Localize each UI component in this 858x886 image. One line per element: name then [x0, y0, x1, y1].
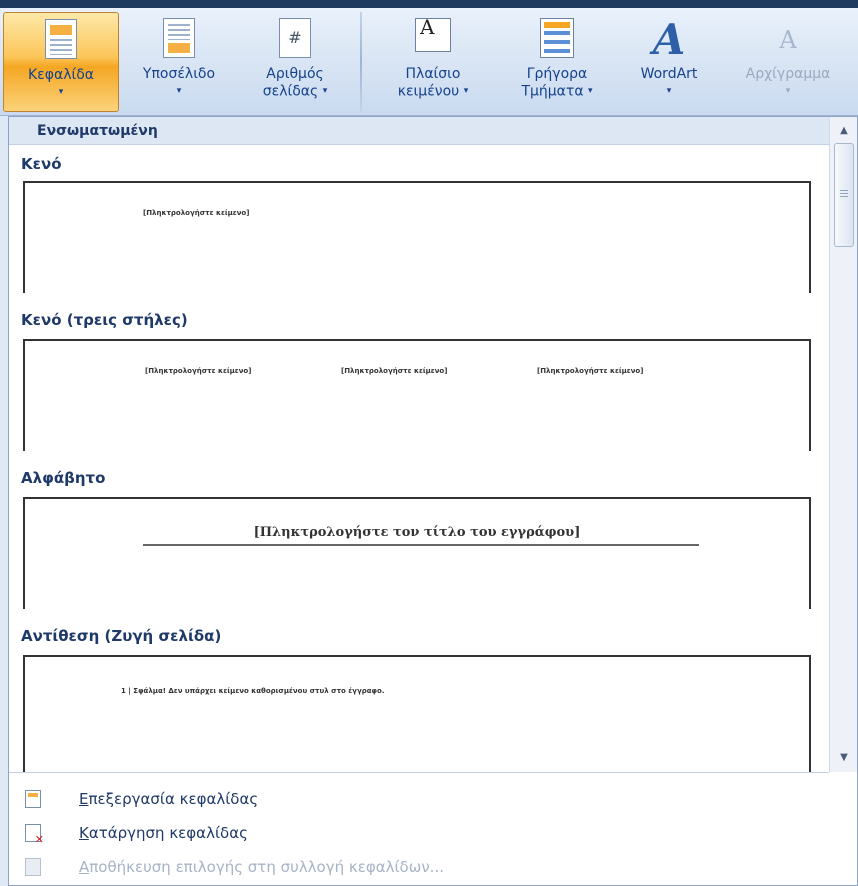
- gallery-item-title: Κενό: [21, 155, 62, 173]
- textbox-icon: A: [413, 17, 453, 62]
- dropcap-label: Αρχίγραμμα: [745, 66, 831, 82]
- edit-header-menu-item[interactable]: Επεξεργασία κεφαλίδας: [9, 782, 829, 816]
- chevron-down-icon: ▾: [666, 86, 672, 96]
- group-separator: [360, 12, 362, 112]
- dropcap-button[interactable]: A Αρχίγραμμα ▾: [724, 12, 852, 112]
- remove-header-icon: [25, 824, 44, 845]
- textbox-label-1: Πλαίσιο: [405, 66, 461, 82]
- chevron-down-icon: ▾: [58, 87, 64, 97]
- gallery-category-header: Ενσωματωμένη: [9, 117, 829, 145]
- remove-header-label: Κατάργηση κεφαλίδας: [79, 824, 248, 842]
- gallery-item-title: Κενό (τρεις στήλες): [21, 311, 188, 329]
- save-selection-menu-item[interactable]: Αποθήκευση επιλογής στη συλλογή κεφαλίδω…: [9, 850, 829, 884]
- footer-button-label: Υποσέλιδο: [142, 66, 216, 82]
- chevron-down-icon: ▾: [785, 86, 791, 96]
- placeholder-text: [Πληκτρολογήστε κείμενο]: [537, 367, 644, 375]
- gallery-item-alphabet[interactable]: [Πληκτρολογήστε τον τίτλο του εγγράφου]: [23, 497, 811, 609]
- ribbon: Κεφαλίδα ▾ Υποσέλιδο ▾ # Αριθμός σελίδας…: [0, 8, 858, 116]
- footer-doc-icon: [159, 18, 199, 62]
- placeholder-text: [Πληκτρολογήστε κείμενο]: [143, 209, 250, 217]
- save-selection-label: Αποθήκευση επιλογής στη συλλογή κεφαλίδω…: [79, 858, 444, 876]
- wordart-icon: A: [652, 15, 686, 64]
- quickparts-icon: [537, 18, 577, 62]
- header-button[interactable]: Κεφαλίδα ▾: [3, 12, 119, 112]
- page-number-label-2: σελίδας: [262, 83, 319, 100]
- gallery-item-blank-three-columns[interactable]: [Πληκτρολογήστε κείμενο] [Πληκτρολογήστε…: [23, 339, 811, 451]
- chevron-down-icon: ▾: [176, 86, 182, 96]
- header-button-label: Κεφαλίδα: [27, 67, 95, 83]
- title-bar-strip: [0, 0, 858, 8]
- scroll-thumb[interactable]: [834, 143, 854, 247]
- gallery-item-title: Αλφάβητο: [21, 469, 106, 487]
- placeholder-text: [Πληκτρολογήστε κείμενο]: [341, 367, 448, 375]
- quickparts-label-2: Τμήματα: [521, 83, 584, 100]
- placeholder-text: 1 | Σφάλμα! Δεν υπάρχει κείμενο καθορισμ…: [121, 687, 385, 695]
- header-doc-icon: [41, 19, 81, 63]
- edit-header-icon: [25, 790, 41, 808]
- header-gallery-dropdown: Ενσωματωμένη ▲ ▼ Κενό [Πληκτρολογήστε κε…: [8, 116, 858, 886]
- placeholder-text: [Πληκτρολογήστε κείμενο]: [145, 367, 252, 375]
- textbox-label-2: κειμένου: [397, 83, 460, 100]
- textbox-button[interactable]: A Πλαίσιο κειμένου ▾: [370, 12, 496, 112]
- gallery-item-title: Αντίθεση (Ζυγή σελίδα): [21, 627, 222, 645]
- quickparts-label-1: Γρήγορα: [526, 66, 588, 82]
- menu-separator: [9, 772, 829, 773]
- title-underline: [143, 544, 699, 546]
- remove-header-menu-item[interactable]: Κατάργηση κεφαλίδας: [9, 816, 829, 850]
- chevron-down-icon: ▾: [322, 86, 328, 96]
- scroll-up-icon[interactable]: ▲: [830, 121, 858, 141]
- gallery-item-contrast-even-page[interactable]: 1 | Σφάλμα! Δεν υπάρχει κείμενο καθορισμ…: [23, 655, 811, 772]
- placeholder-title: [Πληκτρολογήστε τον τίτλο του εγγράφου]: [253, 525, 581, 540]
- save-to-gallery-icon: [25, 858, 41, 876]
- scroll-down-icon[interactable]: ▼: [830, 748, 858, 768]
- page-number-label-1: Αριθμός: [266, 66, 324, 82]
- footer-button[interactable]: Υποσέλιδο ▾: [122, 12, 236, 112]
- page-number-icon: #: [275, 18, 315, 62]
- wordart-label: WordArt: [640, 66, 698, 82]
- edit-header-label: Επεξεργασία κεφαλίδας: [79, 790, 259, 808]
- page-number-button[interactable]: # Αριθμός σελίδας ▾: [240, 12, 350, 112]
- chevron-down-icon: ▾: [463, 86, 469, 96]
- dropcap-icon: A: [779, 26, 797, 54]
- wordart-button[interactable]: A WordArt ▾: [616, 12, 722, 112]
- gallery-scrollbar[interactable]: ▲ ▼: [829, 117, 857, 772]
- gallery-item-blank[interactable]: [Πληκτρολογήστε κείμενο]: [23, 181, 811, 293]
- quickparts-button[interactable]: Γρήγορα Τμήματα ▾: [500, 12, 614, 112]
- chevron-down-icon: ▾: [588, 86, 593, 96]
